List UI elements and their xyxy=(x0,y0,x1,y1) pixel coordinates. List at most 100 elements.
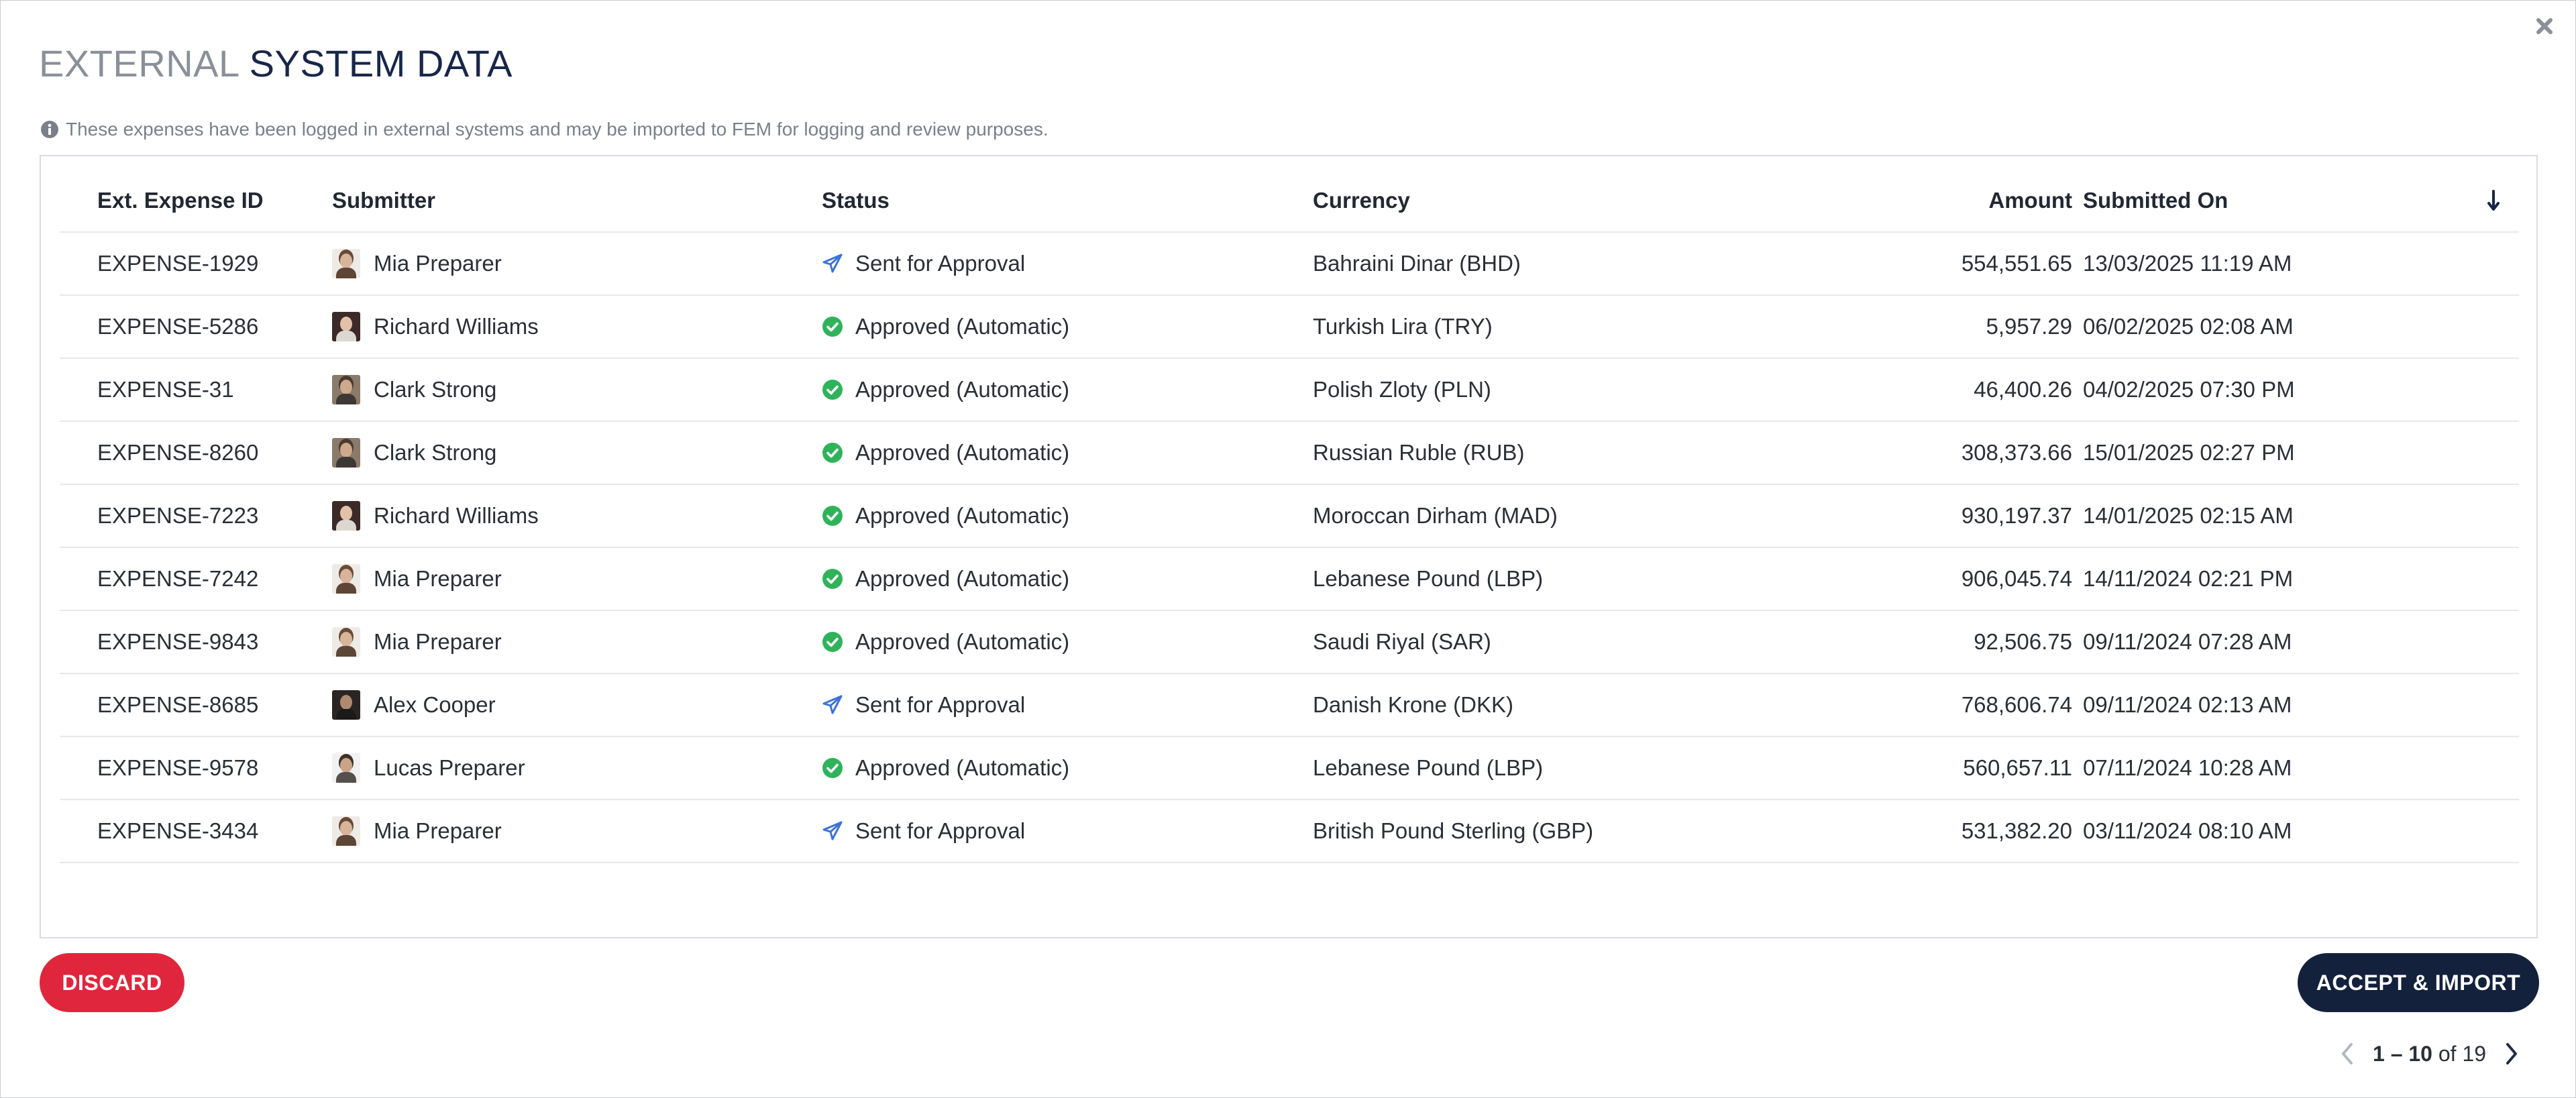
submitter-name: Mia Preparer xyxy=(374,629,502,654)
next-page-button[interactable] xyxy=(2500,1038,2524,1070)
avatar xyxy=(332,753,360,783)
check-circle-icon xyxy=(822,632,843,652)
col-status-header[interactable]: Status xyxy=(822,170,890,231)
submitter-name: Lucas Preparer xyxy=(374,755,525,780)
avatar xyxy=(332,249,360,278)
amount-cell: 768,606.74 xyxy=(1961,692,2072,717)
avatar xyxy=(332,816,360,846)
currency-cell: Bahraini Dinar (BHD) xyxy=(1313,251,1521,276)
submitter-cell: Richard Williams xyxy=(332,296,539,358)
info-icon xyxy=(41,121,58,138)
paper-plane-icon xyxy=(822,695,843,714)
check-circle-icon xyxy=(822,758,843,778)
status-cell: Approved (Automatic) xyxy=(822,548,1069,610)
submitter-cell: Alex Cooper xyxy=(332,674,496,736)
col-submitted-on-header[interactable]: Submitted On xyxy=(2083,170,2228,231)
expenses-table: Ext. Expense ID Submitter Status Currency Am… xyxy=(40,155,2538,1066)
submitter-name: Richard Williams xyxy=(374,314,539,339)
status-cell: Approved (Automatic) xyxy=(822,296,1069,358)
status-label: Sent for Approval xyxy=(855,251,1026,276)
title-part-2: SYSTEM DATA xyxy=(249,42,513,85)
submitted-on-cell: 15/01/2025 02:27 PM xyxy=(2083,440,2295,465)
table-row[interactable]: EXPENSE-3434 Mia Preparer Sent for Approva… xyxy=(60,800,2519,863)
status-cell: Approved (Automatic) xyxy=(822,737,1069,799)
expense-id-cell: EXPENSE-7242 xyxy=(97,566,259,591)
submitted-on-cell: 04/02/2025 07:30 PM xyxy=(2083,377,2295,402)
submitter-cell: Mia Preparer xyxy=(332,611,502,673)
submitter-name: Clark Strong xyxy=(374,377,497,402)
table-row[interactable]: EXPENSE-1929 Mia Preparer Sent for Approva… xyxy=(60,233,2519,296)
amount-cell: 92,506.75 xyxy=(1974,629,2072,654)
close-button[interactable] xyxy=(2531,13,2558,40)
status-label: Approved (Automatic) xyxy=(855,377,1070,402)
previous-page-button[interactable] xyxy=(2335,1038,2359,1070)
paper-plane-icon xyxy=(822,821,843,840)
expense-id-cell: EXPENSE-7223 xyxy=(97,503,259,528)
currency-cell: British Pound Sterling (GBP) xyxy=(1313,818,1594,843)
table-row[interactable]: EXPENSE-7242 Mia Preparer Approved (Automa… xyxy=(60,548,2519,611)
submitted-on-cell: 09/11/2024 07:28 AM xyxy=(2083,629,2292,654)
amount-cell: 560,657.11 xyxy=(1963,755,2072,780)
col-ext-expense-id-header[interactable]: Ext. Expense ID xyxy=(97,170,264,231)
status-cell: Approved (Automatic) xyxy=(822,485,1069,547)
avatar xyxy=(332,375,360,404)
submitted-on-cell: 13/03/2025 11:19 AM xyxy=(2083,251,2292,276)
col-currency-header[interactable]: Currency xyxy=(1313,170,1410,231)
status-cell: Approved (Automatic) xyxy=(822,422,1069,484)
submitter-cell: Mia Preparer xyxy=(332,800,502,862)
pagination-total: 19 xyxy=(2462,1041,2487,1066)
sort-toggle-button[interactable] xyxy=(2480,170,2507,231)
avatar xyxy=(332,312,360,341)
currency-cell: Turkish Lira (TRY) xyxy=(1313,314,1493,339)
submitted-on-cell: 03/11/2024 08:10 AM xyxy=(2083,818,2292,843)
accept-import-button[interactable]: ACCEPT & IMPORT xyxy=(2298,953,2539,1012)
status-cell: Sent for Approval xyxy=(822,800,1025,862)
title-part-1: EXTERNAL xyxy=(39,42,239,85)
submitter-cell: Clark Strong xyxy=(332,359,496,421)
check-circle-icon xyxy=(822,569,843,589)
avatar xyxy=(332,438,360,468)
pagination-label: 1 – 10 of 19 xyxy=(2373,1042,2486,1066)
table-row[interactable]: EXPENSE-8260 Clark Strong Approved (Automa… xyxy=(60,422,2519,485)
check-circle-icon xyxy=(822,380,843,400)
table-row[interactable]: EXPENSE-5286 Richard Williams Approved (Au… xyxy=(60,296,2519,359)
table-row[interactable]: EXPENSE-9578 Lucas Preparer Approved (Auto… xyxy=(60,737,2519,800)
amount-cell: 46,400.26 xyxy=(1974,377,2072,402)
pagination-of: of xyxy=(2438,1041,2457,1066)
paper-plane-icon xyxy=(822,254,843,273)
status-label: Sent for Approval xyxy=(855,818,1026,843)
col-submitter-header[interactable]: Submitter xyxy=(332,170,435,231)
status-label: Approved (Automatic) xyxy=(855,566,1070,591)
avatar xyxy=(332,564,360,594)
table-row[interactable]: EXPENSE-8685 Alex Cooper Sent for Approval… xyxy=(60,674,2519,737)
table-row[interactable]: EXPENSE-31 Clark Strong Approved (Automati… xyxy=(60,359,2519,422)
status-label: Approved (Automatic) xyxy=(855,629,1070,654)
submitter-name: Clark Strong xyxy=(374,440,497,465)
check-circle-icon xyxy=(822,317,843,337)
submitter-name: Mia Preparer xyxy=(374,251,502,276)
expense-id-cell: EXPENSE-8685 xyxy=(97,692,259,717)
currency-cell: Moroccan Dirham (MAD) xyxy=(1313,503,1558,528)
external-system-data-dialog: EXTERNAL SYSTEM DATA These expenses have… xyxy=(0,0,2576,1098)
amount-cell: 930,197.37 xyxy=(1961,503,2072,528)
amount-cell: 531,382.20 xyxy=(1961,818,2072,843)
status-cell: Approved (Automatic) xyxy=(822,359,1069,421)
currency-cell: Lebanese Pound (LBP) xyxy=(1313,566,1544,591)
submitted-on-cell: 14/11/2024 02:21 PM xyxy=(2083,566,2294,591)
col-amount-header[interactable]: Amount xyxy=(1750,170,2072,231)
arrow-down-icon xyxy=(2487,190,2500,211)
amount-cell: 308,373.66 xyxy=(1961,440,2072,465)
expense-id-cell: EXPENSE-1929 xyxy=(97,251,259,276)
discard-button[interactable]: DISCARD xyxy=(40,953,184,1012)
status-cell: Approved (Automatic) xyxy=(822,611,1069,673)
expense-id-cell: EXPENSE-9578 xyxy=(97,755,259,780)
table-row[interactable]: EXPENSE-9843 Mia Preparer Approved (Automa… xyxy=(60,611,2519,674)
submitter-cell: Mia Preparer xyxy=(332,548,502,610)
amount-cell: 5,957.29 xyxy=(1986,314,2072,339)
chevron-right-icon xyxy=(2506,1043,2518,1064)
expense-id-cell: EXPENSE-9843 xyxy=(97,629,259,654)
info-text: These expenses have been logged in exter… xyxy=(66,119,1049,140)
close-icon xyxy=(2536,18,2553,34)
submitter-name: Alex Cooper xyxy=(374,692,496,717)
table-row[interactable]: EXPENSE-7223 Richard Williams Approved (Au… xyxy=(60,485,2519,548)
